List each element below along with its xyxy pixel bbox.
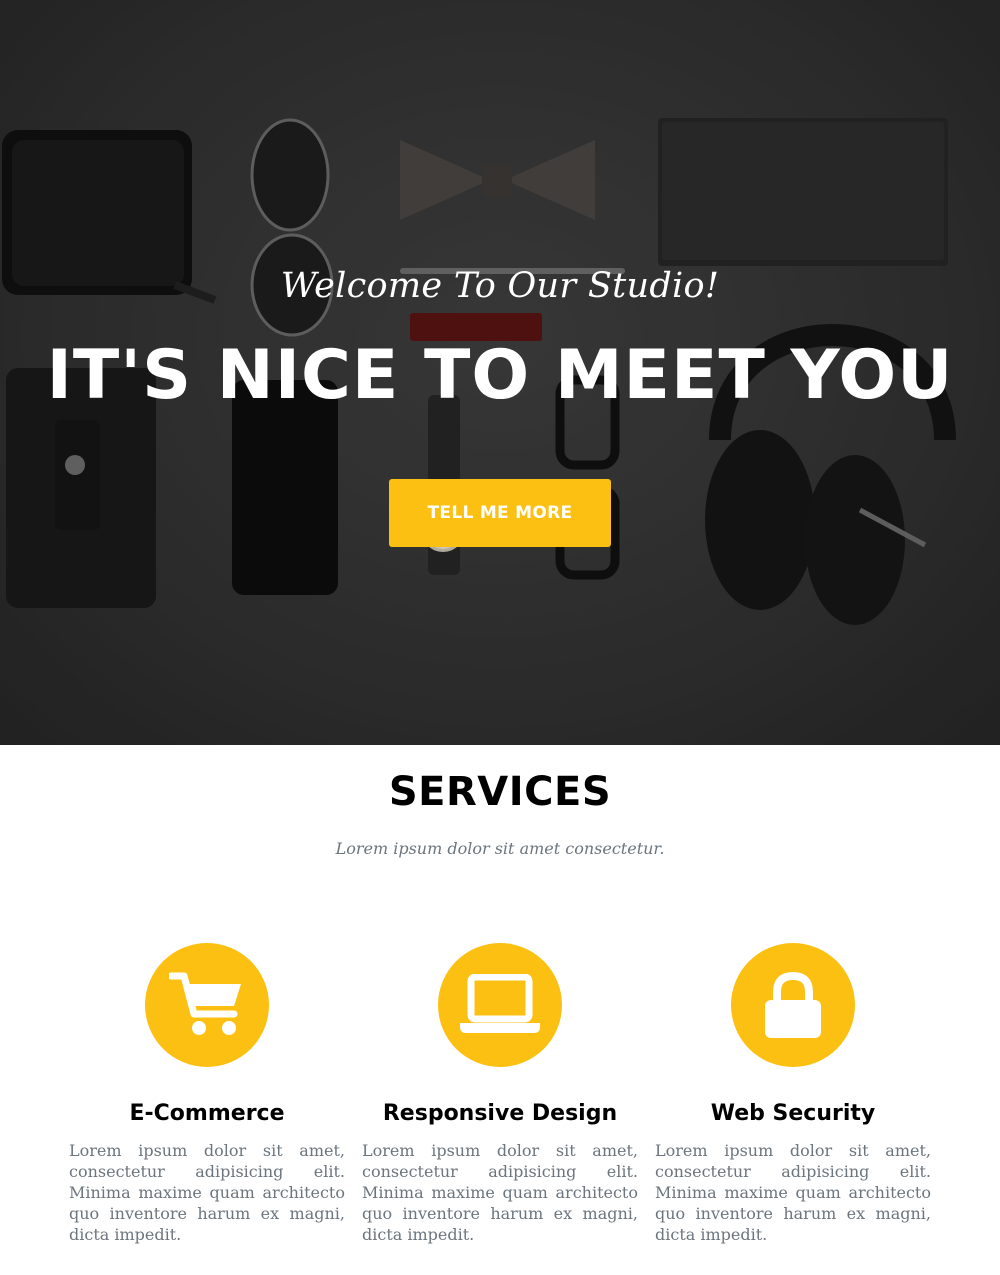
- service-title: Web Security: [710, 1101, 876, 1126]
- tell-me-more-button[interactable]: TELL ME MORE: [389, 479, 611, 547]
- service-description: Lorem ipsum dolor sit amet, consectetur …: [69, 1141, 345, 1244]
- service-description: Lorem ipsum dolor sit amet, consectetur …: [362, 1141, 638, 1244]
- laptop-icon: [460, 974, 540, 1033]
- hero-title: IT'S NICE TO MEET YOU: [46, 336, 954, 415]
- lock-icon: [765, 971, 821, 1038]
- services-section: SERVICES Lorem ipsum dolor sit amet cons…: [0, 745, 1000, 1275]
- service-icon-circle: [145, 943, 269, 1067]
- service-icon-circle: [731, 943, 855, 1067]
- service-title: Responsive Design: [382, 1101, 618, 1126]
- service-icon-circle: [438, 943, 562, 1067]
- hero-section: Welcome To Our Studio! IT'S NICE TO MEET…: [0, 0, 1000, 745]
- hero-subtitle: Welcome To Our Studio!: [280, 266, 720, 306]
- service-item-web-security: Web Security Lorem ipsum dolor sit amet,…: [655, 943, 931, 1245]
- service-item-ecommerce: E-Commerce Lorem ipsum dolor sit amet, c…: [69, 943, 345, 1245]
- service-title: E-Commerce: [129, 1101, 285, 1126]
- service-description: Lorem ipsum dolor sit amet, consectetur …: [655, 1141, 931, 1244]
- services-subheading: Lorem ipsum dolor sit amet consectetur.: [335, 839, 665, 858]
- service-item-responsive-design: Responsive Design Lorem ipsum dolor sit …: [362, 943, 638, 1245]
- shopping-cart-icon: [169, 972, 241, 1035]
- services-heading: SERVICES: [388, 769, 612, 815]
